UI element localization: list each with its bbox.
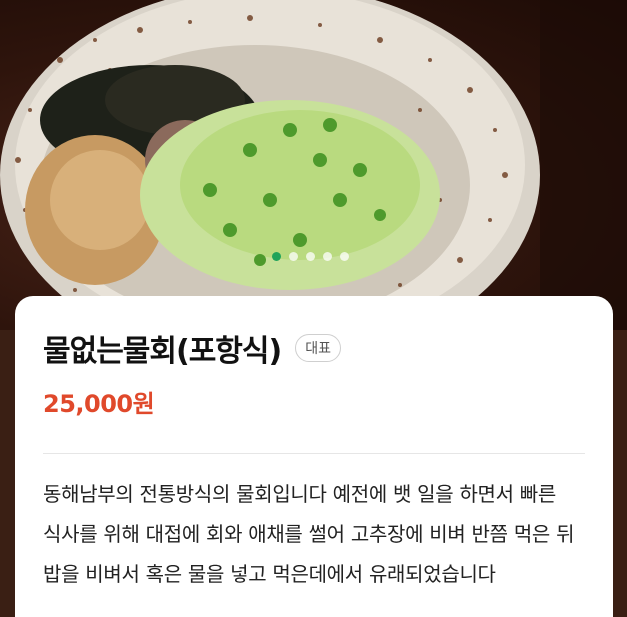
divider — [43, 453, 585, 454]
carousel-dot-3[interactable] — [306, 252, 315, 261]
representative-badge: 대표 — [295, 334, 341, 362]
carousel-dot-2[interactable] — [289, 252, 298, 261]
carousel-indicator — [0, 252, 624, 261]
menu-detail-card: 물없는물회(포항식) 대표 25,000원 동해남부의 전통방식의 물회입니다 … — [15, 296, 613, 617]
menu-photo[interactable] — [0, 0, 627, 330]
menu-price: 25,000원 — [43, 390, 155, 418]
menu-description: 동해남부의 전통방식의 물회입니다 예전에 뱃 일을 하면서 빠른 식사를 위해… — [43, 482, 575, 586]
carousel-dot-4[interactable] — [323, 252, 332, 261]
title-row: 물없는물회(포항식) 대표 — [43, 326, 585, 370]
carousel-dot-1[interactable] — [272, 252, 281, 261]
food-image — [0, 0, 627, 330]
carousel-dot-5[interactable] — [340, 252, 349, 261]
menu-title: 물없는물회(포항식) — [43, 334, 282, 369]
